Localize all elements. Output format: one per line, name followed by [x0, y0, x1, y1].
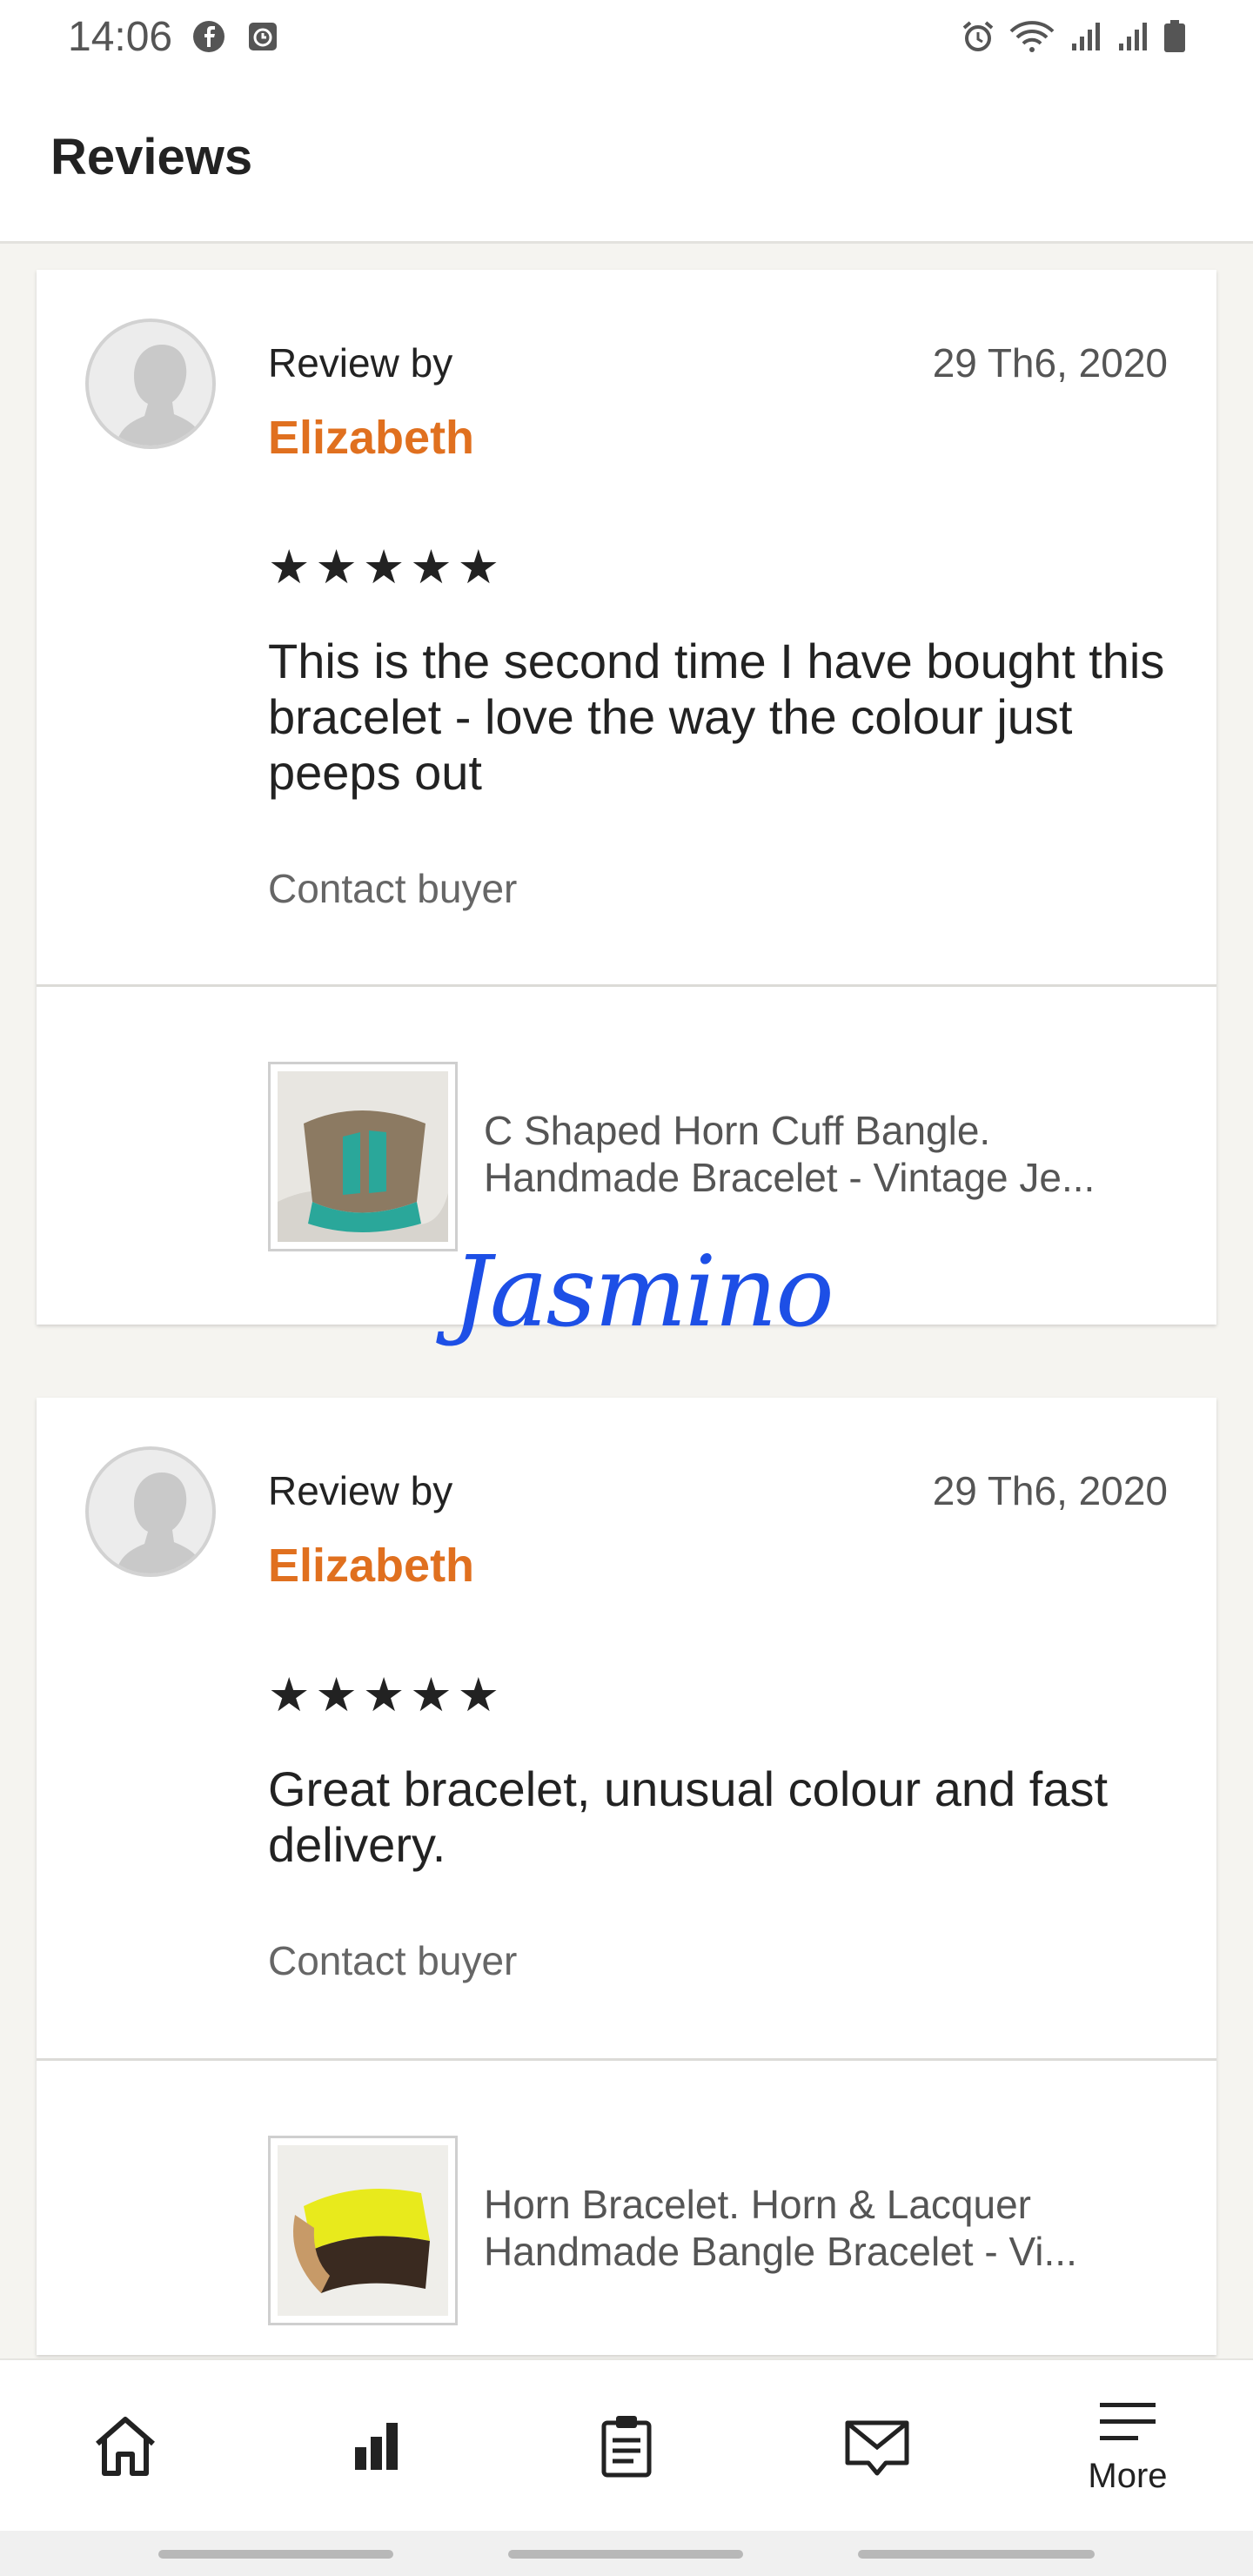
status-right: [961, 19, 1187, 54]
stats-icon: [355, 2423, 398, 2470]
nav-messages[interactable]: [790, 2359, 964, 2532]
nav-stats[interactable]: [289, 2359, 463, 2532]
status-bar: 14:06: [0, 0, 1253, 73]
gesture-pill[interactable]: [858, 2550, 1095, 2559]
star-rating: ★★★★★: [268, 1669, 506, 1721]
review-card: Review by Elizabeth 29 Th6, 2020 ★★★★★ T…: [37, 270, 1216, 1325]
bracelet-image: [278, 2145, 448, 2316]
listing-title[interactable]: C Shaped Horn Cuff Bangle. Handmade Brac…: [484, 1107, 1206, 1201]
default-avatar-icon: [116, 345, 206, 446]
review-by-label: Review by: [268, 1468, 453, 1513]
default-avatar-icon: [116, 1472, 206, 1573]
listing-title-line: Handmade Bracelet - Vintage Je...: [484, 1155, 1096, 1200]
review-text: Great bracelet, unusual colour and fast …: [268, 1761, 1109, 1872]
clock-app-icon: [249, 23, 278, 50]
app-header: Reviews: [0, 73, 1253, 244]
review-date: 29 Th6, 2020: [932, 1468, 1168, 1513]
avatar[interactable]: [85, 319, 216, 449]
listing-thumbnail[interactable]: [268, 2136, 458, 2325]
review-date: 29 Th6, 2020: [932, 340, 1168, 386]
status-left: 14:06: [68, 13, 280, 61]
star-rating: ★★★★★: [268, 541, 506, 594]
wifi-icon: [1009, 21, 1055, 52]
listing-title-line: Horn Bracelet. Horn & Lacquer: [484, 2182, 1031, 2227]
contact-buyer-link[interactable]: Contact buyer: [268, 865, 517, 912]
page-title: Reviews: [50, 129, 253, 185]
review-text: This is the second time I have bought th…: [268, 634, 1165, 800]
contact-buyer-link[interactable]: Contact buyer: [268, 1937, 517, 1984]
gesture-pill[interactable]: [158, 2550, 393, 2559]
review-body: Review by Elizabeth 29 Th6, 2020 ★★★★★ G…: [37, 1398, 1216, 2061]
messages-icon: [845, 2420, 909, 2476]
nav-home[interactable]: [38, 2359, 212, 2532]
listing-title[interactable]: Horn Bracelet. Horn & Lacquer Handmade B…: [484, 2181, 1206, 2275]
reviewer-name-link[interactable]: Elizabeth: [268, 1539, 474, 1593]
battery-icon: [1164, 20, 1185, 52]
listing-item[interactable]: Horn Bracelet. Horn & Lacquer Handmade B…: [37, 2061, 1216, 2396]
gesture-pill[interactable]: [508, 2550, 743, 2559]
nav-more-label: More: [1088, 2456, 1168, 2495]
bracelet-image: [278, 1071, 448, 1242]
menu-icon: [1100, 2402, 1156, 2440]
listing-thumbnail[interactable]: [268, 1062, 458, 1251]
watermark-signature: Jasmino: [452, 1236, 834, 1349]
review-by-label: Review by: [268, 340, 453, 386]
review-card: Review by Elizabeth 29 Th6, 2020 ★★★★★ G…: [37, 1398, 1216, 2355]
home-icon: [96, 2417, 155, 2476]
status-time: 14:06: [68, 13, 173, 60]
orders-icon: [601, 2416, 652, 2478]
signal-icon: [1072, 23, 1100, 50]
system-gesture-bar: [0, 2531, 1253, 2576]
avatar[interactable]: [85, 1446, 216, 1577]
nav-more[interactable]: More: [1041, 2359, 1215, 2532]
listing-title-line: Handmade Bangle Bracelet - Vi...: [484, 2229, 1077, 2274]
listing-title-line: C Shaped Horn Cuff Bangle.: [484, 1108, 991, 1153]
alarm-icon: [962, 21, 994, 51]
review-body: Review by Elizabeth 29 Th6, 2020 ★★★★★ T…: [37, 270, 1216, 987]
reviewer-name-link[interactable]: Elizabeth: [268, 411, 474, 465]
bottom-navigation: More: [0, 2358, 1253, 2531]
facebook-icon: [193, 21, 225, 52]
nav-orders[interactable]: [539, 2359, 714, 2532]
signal-icon: [1119, 23, 1147, 50]
